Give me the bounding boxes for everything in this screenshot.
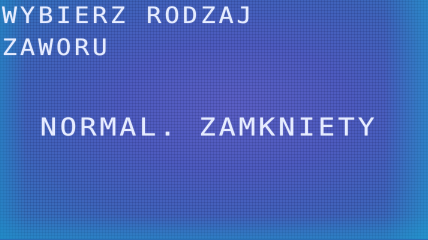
prompt-title-line-1: WYBIERZ RODZAJ xyxy=(2,2,255,29)
selected-valve-type-option[interactable]: NORMAL. ZAMKNIETY xyxy=(40,114,378,141)
prompt-title-line-2: ZAWORU xyxy=(2,34,111,61)
lcd-screen: WYBIERZ RODZAJ ZAWORU NORMAL. ZAMKNIETY xyxy=(0,0,428,239)
